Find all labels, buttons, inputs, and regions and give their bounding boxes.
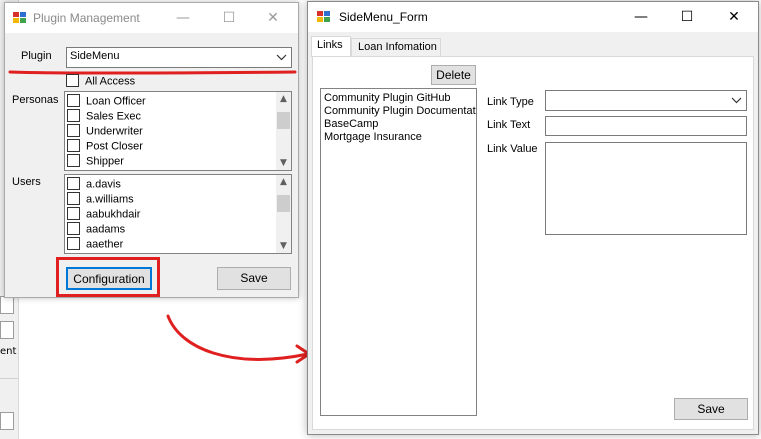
checkbox-icon — [66, 74, 79, 87]
close-icon[interactable]: ✕ — [711, 2, 757, 32]
background-field[interactable] — [0, 412, 14, 430]
personas-scrollbar[interactable]: ▲ ▼ — [276, 92, 291, 170]
users-scrollbar[interactable]: ▲ ▼ — [276, 175, 291, 253]
annotation-underline — [8, 70, 297, 75]
link-text-field[interactable] — [545, 116, 747, 136]
checkbox-icon — [67, 192, 80, 205]
user-item[interactable]: a.williams — [67, 192, 134, 208]
personas-list[interactable]: Loan Officer Sales Exec Underwriter Post… — [64, 91, 292, 171]
persona-label: Sales Exec — [86, 110, 142, 123]
save-button[interactable]: Save — [674, 398, 748, 420]
users-list[interactable]: a.davis a.williams aabukhdair aadams aae… — [64, 174, 292, 254]
checkbox-icon — [67, 237, 80, 250]
checkbox-icon — [67, 222, 80, 235]
user-label: aadams — [86, 223, 126, 236]
plugin-management-window: Plugin Management — ☐ ✕ Plugin SideMenu … — [4, 2, 299, 298]
users-label: Users — [12, 176, 41, 188]
scrollbar-thumb[interactable] — [277, 195, 290, 212]
persona-item[interactable]: Shipper — [67, 154, 124, 170]
persona-label: Post Closer — [86, 140, 143, 153]
sidemenu-form-window: SideMenu_Form — ☐ ✕ Links Loan Infomatio… — [307, 1, 759, 435]
configuration-button[interactable]: Configuration — [66, 267, 152, 290]
title-bar: SideMenu_Form — ☐ ✕ — [308, 2, 758, 32]
background-divider — [0, 378, 18, 379]
chevron-down-icon — [731, 92, 742, 111]
close-icon[interactable]: ✕ — [250, 3, 296, 33]
persona-item[interactable]: Underwriter — [67, 124, 143, 140]
persona-item[interactable]: Post Closer — [67, 139, 143, 155]
list-item[interactable]: Mortgage Insurance — [324, 131, 422, 144]
link-text-label: Link Text — [487, 119, 531, 131]
persona-label: Loan Officer — [86, 95, 146, 108]
plugin-label: Plugin — [21, 50, 52, 62]
tab-links[interactable]: Links — [311, 36, 351, 57]
link-type-dropdown[interactable] — [545, 90, 747, 111]
list-item[interactable]: BaseCamp — [324, 118, 378, 131]
delete-button[interactable]: Delete — [431, 65, 476, 85]
links-list[interactable]: Community Plugin GitHub Community Plugin… — [320, 88, 477, 416]
checkbox-icon — [67, 94, 80, 107]
user-label: aaether — [86, 238, 124, 251]
all-access-checkbox[interactable]: All Access — [66, 74, 136, 90]
user-label: a.davis — [86, 178, 121, 191]
tab-loan-information[interactable]: Loan Infomation — [351, 38, 441, 57]
scroll-up-icon[interactable]: ▲ — [276, 175, 291, 189]
scroll-up-icon[interactable]: ▲ — [276, 92, 291, 106]
chevron-down-icon — [276, 49, 287, 68]
user-label: aabukhdair — [86, 208, 141, 221]
checkbox-icon — [67, 139, 80, 152]
maximize-icon[interactable]: ☐ — [206, 3, 252, 33]
all-access-label: All Access — [85, 75, 136, 88]
app-icon — [317, 11, 331, 23]
maximize-icon[interactable]: ☐ — [664, 2, 710, 32]
minimize-icon[interactable]: — — [618, 2, 664, 32]
background-field[interactable] — [0, 321, 14, 339]
checkbox-icon — [67, 154, 80, 167]
persona-label: Shipper — [86, 155, 124, 168]
persona-item[interactable]: Loan Officer — [67, 94, 146, 110]
checkbox-icon — [67, 207, 80, 220]
user-item[interactable]: a.davis — [67, 177, 121, 193]
link-type-label: Link Type — [487, 96, 534, 108]
plugin-dropdown[interactable]: SideMenu — [66, 47, 292, 68]
plugin-dropdown-value: SideMenu — [70, 50, 120, 62]
link-value-label: Link Value — [487, 143, 538, 155]
persona-label: Underwriter — [86, 125, 143, 138]
checkbox-icon — [67, 109, 80, 122]
window-title: Plugin Management — [33, 11, 140, 25]
link-value-field[interactable] — [545, 142, 747, 235]
list-item[interactable]: Community Plugin Documentatio — [324, 105, 476, 118]
persona-item[interactable]: Sales Exec — [67, 109, 142, 125]
minimize-icon[interactable]: — — [160, 3, 206, 33]
background-field[interactable] — [0, 296, 14, 314]
checkbox-icon — [67, 177, 80, 190]
app-icon — [13, 12, 27, 24]
checkbox-icon — [67, 124, 80, 137]
user-label: a.williams — [86, 193, 134, 206]
save-button[interactable]: Save — [217, 267, 291, 290]
window-title: SideMenu_Form — [339, 10, 428, 24]
background-partial-text: ent — [0, 346, 17, 357]
scroll-down-icon[interactable]: ▼ — [276, 156, 291, 170]
scrollbar-thumb[interactable] — [277, 112, 290, 129]
user-item[interactable]: aaether — [67, 237, 124, 253]
user-item[interactable]: aadams — [67, 222, 126, 238]
user-item[interactable]: aabukhdair — [67, 207, 141, 223]
annotation-arrow — [166, 314, 311, 364]
title-bar: Plugin Management — ☐ ✕ — [5, 3, 298, 33]
scroll-down-icon[interactable]: ▼ — [276, 239, 291, 253]
personas-label: Personas — [12, 94, 59, 106]
list-item[interactable]: Community Plugin GitHub — [324, 92, 451, 105]
